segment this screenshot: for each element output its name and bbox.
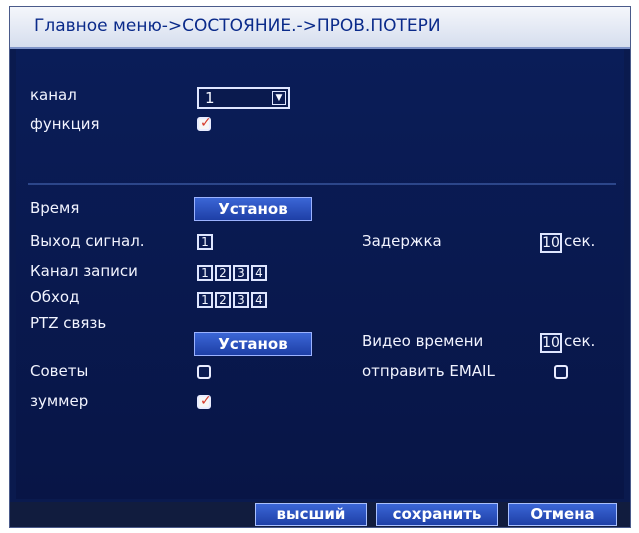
chevron-down-icon[interactable]: ▼ <box>272 91 286 105</box>
delay-label: Задержка <box>362 232 442 250</box>
time-label: Время <box>30 199 80 217</box>
settings-panel: канал 1 ▼ функция Время Установ Выход си… <box>16 49 624 499</box>
cancel-button[interactable]: Отмена <box>508 503 617 526</box>
video-time-label: Видео времени <box>362 332 484 350</box>
delay-input[interactable]: 10 <box>540 233 562 253</box>
channel-label: канал <box>30 86 77 104</box>
dialog-window: Главное меню->СОСТОЯНИЕ.->ПРОВ.ПОТЕРИ ка… <box>9 6 631 528</box>
channel-select-value: 1 <box>205 89 215 107</box>
tour-2[interactable]: 2 <box>215 292 231 308</box>
tour-label: Обход <box>30 288 80 306</box>
record-channel-3[interactable]: 3 <box>233 265 249 281</box>
tour-1[interactable]: 1 <box>197 292 213 308</box>
record-channel-label: Канал записи <box>30 262 138 280</box>
send-email-label: отправить EMAIL <box>362 362 495 380</box>
record-channel-1[interactable]: 1 <box>197 265 213 281</box>
function-checkbox[interactable] <box>197 115 212 131</box>
record-channel-2[interactable]: 2 <box>215 265 231 281</box>
tips-label: Советы <box>30 362 89 380</box>
tour-4[interactable]: 4 <box>251 292 267 308</box>
buzzer-checkbox[interactable] <box>197 393 212 409</box>
alarm-out-1[interactable]: 1 <box>197 234 213 250</box>
save-button[interactable]: сохранить <box>376 503 498 526</box>
function-label: функция <box>30 115 100 133</box>
footer-bar: высший сохранить Отмена <box>10 502 630 527</box>
delay-unit: сек. <box>564 232 596 250</box>
advanced-button[interactable]: высший <box>255 503 367 526</box>
ptz-label: PTZ связь <box>30 314 107 332</box>
alarm-out-label: Выход сигнал. <box>30 232 145 250</box>
buzzer-label: зуммер <box>30 392 89 410</box>
tips-checkbox[interactable] <box>197 365 211 379</box>
page-title: Главное меню->СОСТОЯНИЕ.->ПРОВ.ПОТЕРИ <box>34 16 441 36</box>
video-time-unit: сек. <box>564 332 596 350</box>
title-bar: Главное меню->СОСТОЯНИЕ.->ПРОВ.ПОТЕРИ <box>10 7 630 49</box>
send-email-checkbox[interactable] <box>554 365 568 379</box>
time-set-button[interactable]: Установ <box>194 197 312 221</box>
tour-3[interactable]: 3 <box>233 292 249 308</box>
record-channel-4[interactable]: 4 <box>251 265 267 281</box>
channel-select[interactable]: 1 ▼ <box>197 87 290 109</box>
video-time-input[interactable]: 10 <box>540 333 562 353</box>
section-divider <box>28 183 616 185</box>
ptz-set-button[interactable]: Установ <box>194 332 312 356</box>
